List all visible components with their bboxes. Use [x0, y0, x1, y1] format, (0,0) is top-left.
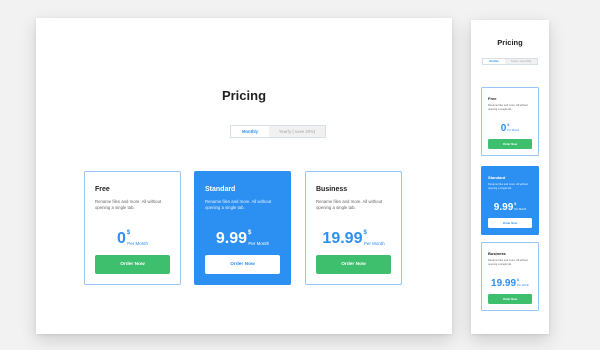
plan-card-free: Free Rename files and more. All without … [84, 171, 181, 285]
order-now-button[interactable]: Order Now [488, 294, 532, 304]
mobile-preview: Pricing Monthly Yearly ( save 20%) Free … [471, 20, 549, 334]
plan-price: 19.99 [322, 230, 363, 247]
currency-symbol: $ [363, 230, 367, 236]
plan-card-business: Business Rename files and more. All with… [481, 242, 539, 311]
per-month-label: Per Month [248, 241, 270, 246]
plan-card-standard: Standard Rename files and more. All with… [194, 171, 291, 285]
plan-name: Free [488, 96, 497, 101]
order-now-button[interactable]: Order Now [205, 255, 280, 274]
plan-description: Rename files and more. All without openi… [488, 104, 528, 111]
plan-description: Rename files and more. All without openi… [488, 259, 528, 266]
price-block: 9.99$ Per Month [195, 230, 290, 248]
plan-price: 9.99 [215, 230, 248, 247]
plan-card-free: Free Rename files and more. All without … [481, 87, 539, 156]
toggle-yearly[interactable]: Yearly ( save 20%) [269, 126, 325, 137]
toggle-monthly[interactable]: Monthly [483, 59, 505, 64]
per-month-label: Per Month [507, 129, 520, 132]
plan-price: 0 [116, 230, 126, 247]
price-block: 0$ Per Month [85, 230, 180, 248]
plan-card-standard: Standard Rename files and more. All with… [481, 166, 539, 235]
price-block: 19.99$ Per Month [306, 230, 401, 248]
plan-price: 9.99 [493, 202, 514, 213]
currency-symbol: $ [517, 278, 519, 282]
currency-symbol: $ [507, 123, 510, 127]
plan-name: Free [95, 186, 110, 193]
per-month-label: Per Month [127, 241, 148, 246]
plan-card-business: Business Rename files and more. All with… [305, 171, 402, 285]
currency-symbol: $ [126, 230, 131, 236]
toggle-yearly[interactable]: Yearly ( save 20%) [505, 59, 537, 64]
plan-name: Standard [488, 175, 506, 180]
order-now-button[interactable]: Order Now [316, 255, 391, 274]
page-title: Pricing [221, 88, 267, 103]
plan-name: Business [316, 186, 348, 193]
per-month-label: Per Month [363, 241, 385, 246]
billing-toggle[interactable]: Monthly Yearly ( save 20%) [230, 125, 326, 138]
toggle-monthly[interactable]: Monthly [231, 126, 269, 137]
order-now-button[interactable]: Order Now [488, 218, 532, 228]
per-month-label: Per Month [517, 284, 529, 287]
billing-toggle[interactable]: Monthly Yearly ( save 20%) [482, 58, 538, 65]
plan-description: Rename files and more. All without openi… [488, 183, 528, 190]
order-now-button[interactable]: Order Now [95, 255, 170, 274]
plan-description: Rename files and more. All without openi… [316, 199, 383, 210]
plan-name: Standard [205, 186, 236, 193]
per-month-label: Per Month [514, 208, 527, 211]
currency-symbol: $ [514, 202, 517, 206]
plan-name: Business [488, 251, 506, 256]
order-now-button[interactable]: Order Now [488, 139, 532, 149]
plan-description: Rename files and more. All without openi… [95, 199, 162, 210]
page-title: Pricing [497, 38, 523, 47]
currency-symbol: $ [248, 230, 252, 236]
plan-price: 0 [500, 123, 507, 134]
plan-description: Rename files and more. All without openi… [205, 199, 272, 210]
desktop-preview: Pricing Monthly Yearly ( save 20%) Free … [36, 18, 452, 334]
plan-price: 19.99 [491, 278, 517, 289]
